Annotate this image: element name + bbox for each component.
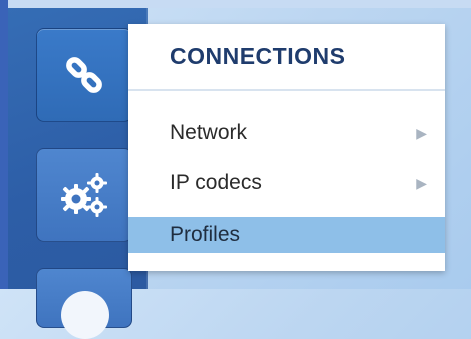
link-icon bbox=[66, 57, 102, 93]
menu-item-profiles[interactable]: Profiles ▶ bbox=[128, 217, 445, 253]
sidebar-item-settings[interactable] bbox=[36, 148, 132, 242]
sidebar bbox=[8, 8, 148, 339]
left-frame bbox=[0, 0, 8, 289]
sidebar-item-connections[interactable] bbox=[36, 28, 132, 122]
menu-item-label: IP codecs bbox=[170, 171, 262, 194]
menu-item-label: Network bbox=[170, 121, 248, 144]
menu-item-network[interactable]: Network ▶ bbox=[128, 115, 445, 151]
chevron-right-icon: ▶ bbox=[416, 174, 427, 191]
circle-icon bbox=[61, 291, 109, 339]
top-frame bbox=[0, 0, 471, 8]
sidebar-item-partial[interactable] bbox=[36, 268, 132, 339]
menu-title: CONNECTIONS bbox=[128, 24, 445, 91]
chevron-right-icon: ▶ bbox=[416, 124, 427, 141]
menu-item-ip-codecs[interactable]: IP codecs ▶ bbox=[128, 165, 445, 201]
connections-menu: CONNECTIONS Network ▶ IP codecs ▶ Profil… bbox=[128, 24, 445, 271]
menu-item-label: Profiles bbox=[170, 223, 241, 246]
gears-icon bbox=[61, 173, 107, 217]
